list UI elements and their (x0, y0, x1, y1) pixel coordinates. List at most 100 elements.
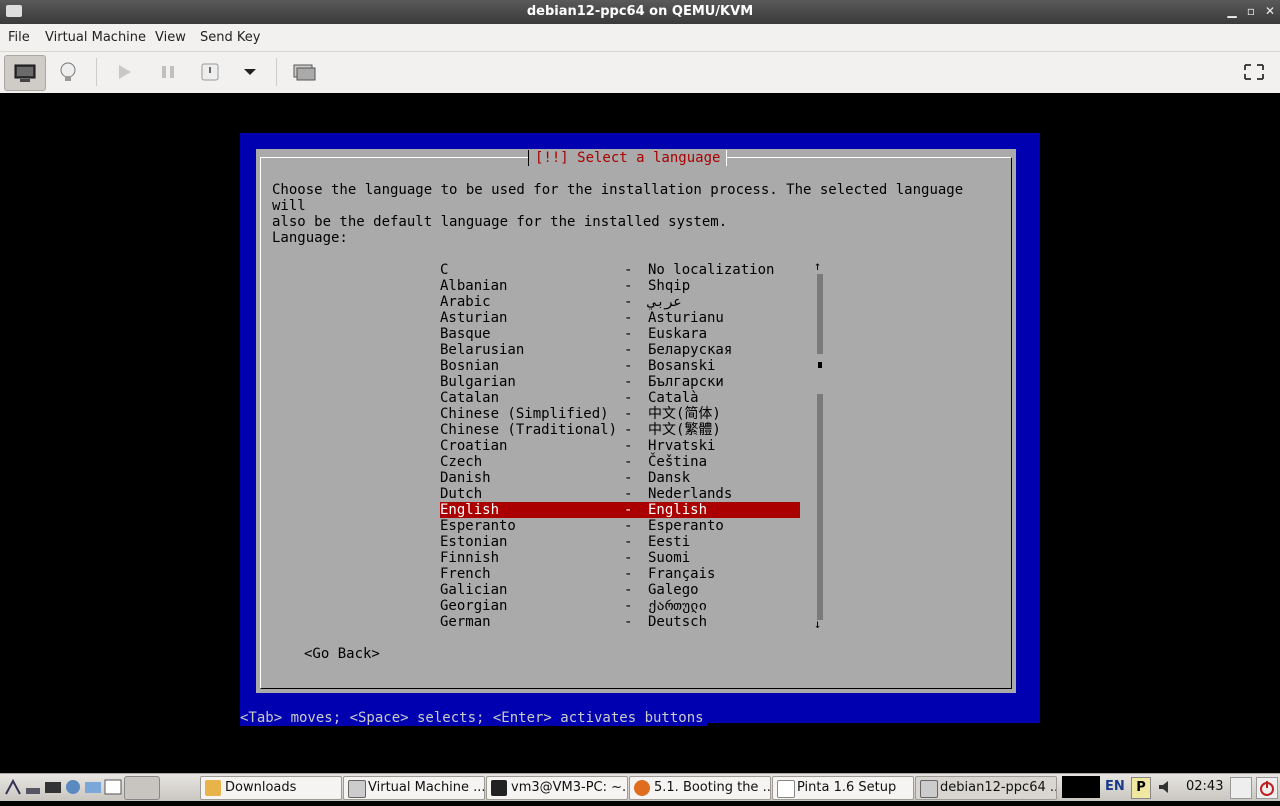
language-name: Bulgarian (440, 374, 516, 390)
language-option-danish[interactable]: Danish - Dansk (440, 470, 800, 486)
maximize-icon[interactable]: ▫ (1243, 3, 1259, 19)
task-firefox[interactable]: 5.1. Booting the ... (629, 776, 771, 800)
volume-icon[interactable] (1156, 778, 1176, 796)
virt-manager-launcher-icon[interactable] (124, 776, 160, 800)
separator: - (624, 534, 633, 550)
menu-file[interactable]: File (8, 30, 30, 45)
language-name: Estonian (440, 534, 508, 550)
file-manager-icon[interactable] (84, 778, 102, 796)
lightbulb-icon (60, 62, 76, 81)
language-name: Finnish (440, 550, 500, 566)
separator: - (624, 454, 633, 470)
language-name: Dutch (440, 486, 483, 502)
pinta-tray-icon[interactable]: P (1131, 777, 1151, 799)
task-downloads[interactable]: Downloads (200, 776, 342, 800)
language-option-basque[interactable]: Basque - Euskara (440, 326, 800, 342)
pause-button[interactable] (148, 55, 188, 89)
language-name: Catalan (440, 390, 500, 406)
language-option-chinese-simplified[interactable]: Chinese (Simplified) - 中文(简体) (440, 406, 800, 422)
scrollbar-thumb[interactable] (818, 362, 822, 368)
language-option-estonian[interactable]: Estonian - Eesti (440, 534, 800, 550)
language-option-french[interactable]: French - Français (440, 566, 800, 582)
language-native-name: Galego (648, 582, 699, 598)
language-native-name: Eesti (648, 534, 691, 550)
clock[interactable]: 02:43 (1186, 779, 1223, 806)
network-icon[interactable] (64, 778, 82, 796)
details-view-button[interactable] (48, 55, 88, 89)
help-line: <Tab> moves; <Space> selects; <Enter> ac… (240, 710, 708, 726)
firefox-icon (634, 780, 650, 796)
language-native-name: No localization (648, 262, 775, 278)
window-switch-icon[interactable] (104, 778, 122, 796)
language-option-arabic[interactable]: Arabic - عربي (440, 294, 800, 310)
taskbar: Downloads Virtual Machine ... vm3@VM3-PC… (0, 773, 1280, 801)
go-back-button[interactable]: <Go Back> (304, 646, 380, 662)
separator: - (624, 342, 633, 358)
dialog-description: Choose the language to be used for the i… (272, 182, 964, 230)
terminal-launcher-icon[interactable] (44, 778, 62, 796)
snapshots-button[interactable] (284, 55, 324, 89)
keyboard-layout-indicator[interactable]: EN (1105, 779, 1125, 806)
chevron-down-icon (244, 69, 256, 75)
separator: - (624, 550, 633, 566)
power-icon[interactable] (1256, 777, 1278, 799)
language-option-c[interactable]: C - No localization (440, 262, 800, 278)
language-native-name: Čeština (648, 454, 708, 470)
separator: - (624, 326, 633, 342)
language-native-name: Беларуская (648, 342, 733, 358)
language-option-belarusian[interactable]: Belarusian - Беларуская (440, 342, 800, 358)
language-option-chinese-traditional[interactable]: Chinese (Traditional) - 中文(繁體) (440, 422, 800, 438)
separator: - (624, 262, 633, 278)
window-titlebar: debian12-ppc64 on QEMU/KVM ▁ ▫ ✕ (0, 0, 1280, 24)
language-native-name: Shqip (648, 278, 691, 294)
language-option-czech[interactable]: Czech - Čeština (440, 454, 800, 470)
language-option-esperanto[interactable]: Esperanto - Esperanto (440, 518, 800, 534)
lock-screen-icon[interactable] (1230, 777, 1252, 799)
start-menu-icon[interactable] (4, 778, 22, 796)
show-desktop-icon[interactable] (24, 778, 42, 796)
run-button[interactable] (104, 55, 144, 89)
language-option-german[interactable]: German - Deutsch (440, 614, 800, 630)
language-native-name: Català (648, 390, 699, 406)
language-list[interactable]: C - No localization Albanian - Shqip Arabic - عر… (440, 262, 800, 630)
language-name: Croatian (440, 438, 508, 454)
menu-send-key[interactable]: Send Key (200, 30, 260, 45)
language-label: Language: (272, 230, 348, 246)
console-view-button[interactable] (4, 55, 46, 91)
separator: - (624, 438, 633, 454)
language-option-dutch[interactable]: Dutch - Nederlands (440, 486, 800, 502)
language-option-catalan[interactable]: Catalan - Català (440, 390, 800, 406)
language-native-name: English (648, 502, 708, 518)
vm-display[interactable]: [!!] Select a language Choose the langua… (0, 93, 1280, 773)
language-option-albanian[interactable]: Albanian - Shqip (440, 278, 800, 294)
list-scrollbar[interactable]: ↑ ↓ (814, 260, 824, 630)
language-option-georgian[interactable]: Georgian - ქართული (440, 598, 800, 614)
task-terminal[interactable]: vm3@VM3-PC: ~... (486, 776, 628, 800)
language-option-finnish[interactable]: Finnish - Suomi (440, 550, 800, 566)
language-option-bosnian[interactable]: Bosnian - Bosanski (440, 358, 800, 374)
language-name: Georgian (440, 598, 508, 614)
language-native-name: 中文(繁體) (648, 422, 721, 438)
power-icon (201, 63, 219, 81)
language-option-galician[interactable]: Galician - Galego (440, 582, 800, 598)
fullscreen-button[interactable] (1234, 55, 1274, 89)
monitor-icon (14, 64, 36, 82)
language-option-croatian[interactable]: Croatian - Hrvatski (440, 438, 800, 454)
task-pinta-setup[interactable]: Pinta 1.6 Setup (772, 776, 914, 800)
language-option-asturian[interactable]: Asturian - Asturianu (440, 310, 800, 326)
language-name: Esperanto (440, 518, 516, 534)
language-native-name: Dansk (648, 470, 691, 486)
task-virtual-machine[interactable]: Virtual Machine ... (343, 776, 485, 800)
language-option-english[interactable]: English - English (440, 502, 800, 518)
close-icon[interactable]: ✕ (1262, 3, 1278, 19)
separator: - (624, 278, 633, 294)
task-debian-vm[interactable]: debian12-ppc64 ... (915, 776, 1057, 800)
language-option-bulgarian[interactable]: Bulgarian - Български (440, 374, 800, 390)
menu-view[interactable]: View (155, 30, 186, 45)
shutdown-menu-button[interactable] (230, 55, 270, 89)
shutdown-button[interactable] (190, 55, 230, 89)
language-native-name: Suomi (648, 550, 691, 566)
language-name: Chinese (Traditional) (440, 422, 618, 438)
menu-virtual-machine[interactable]: Virtual Machine (45, 30, 146, 45)
minimize-icon[interactable]: ▁ (1224, 3, 1240, 19)
